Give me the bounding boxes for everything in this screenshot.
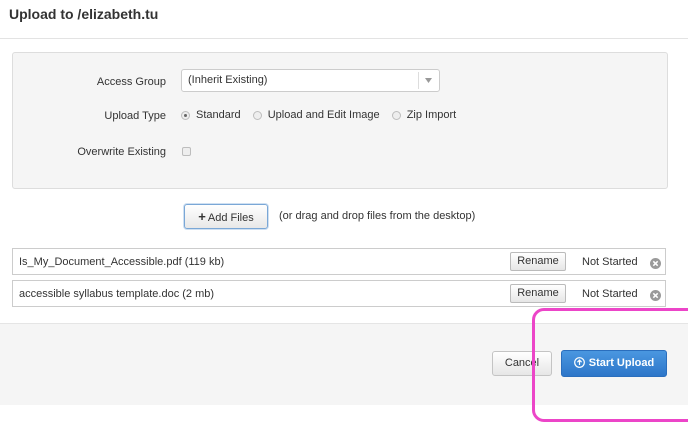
cancel-button[interactable]: Cancel — [492, 351, 552, 376]
upload-type-zip-import[interactable]: Zip Import — [391, 109, 456, 121]
upload-status: Not Started — [582, 288, 638, 300]
upload-type-edit-image[interactable]: Upload and Edit Image — [252, 109, 380, 121]
upload-type-label: Upload Type — [104, 110, 166, 122]
overwrite-existing-label: Overwrite Existing — [77, 146, 166, 158]
access-group-select[interactable]: (Inherit Existing) — [181, 69, 440, 92]
caret-down-icon — [418, 72, 439, 89]
file-row: Is_My_Document_Accessible.pdf (119 kb) R… — [12, 248, 666, 275]
upload-arrow-icon — [573, 353, 585, 378]
rename-button[interactable]: Rename — [510, 252, 566, 271]
upload-type-standard[interactable]: Standard — [181, 109, 241, 121]
radio-edit-image[interactable] — [252, 110, 262, 120]
radio-standard[interactable] — [181, 110, 190, 120]
plus-icon: + — [198, 209, 206, 224]
access-group-value: (Inherit Existing) — [188, 74, 268, 86]
access-group-label: Access Group — [96, 76, 166, 88]
start-upload-label: Start Upload — [588, 357, 655, 369]
remove-circle-icon[interactable] — [650, 256, 661, 269]
dialog-title: Upload to /elizabeth.tu — [9, 6, 159, 22]
file-name: Is_My_Document_Accessible.pdf (119 kb) — [19, 256, 225, 268]
remove-circle-icon[interactable] — [650, 288, 661, 301]
upload-type-options: Standard Upload and Edit Image Zip Impor… — [181, 109, 465, 121]
add-files-button[interactable]: + Add Files — [184, 204, 268, 229]
title-divider — [0, 38, 688, 39]
radio-zip-import[interactable] — [391, 110, 401, 120]
add-files-label: Add Files — [207, 212, 254, 224]
file-name: accessible syllabus template.doc (2 mb) — [19, 288, 215, 300]
overwrite-existing-checkbox[interactable] — [182, 147, 191, 156]
rename-button[interactable]: Rename — [510, 284, 566, 303]
upload-status: Not Started — [582, 256, 638, 268]
file-row: accessible syllabus template.doc (2 mb) … — [12, 280, 666, 307]
start-upload-button[interactable]: Start Upload — [561, 350, 667, 377]
drag-drop-hint: (or drag and drop files from the desktop… — [279, 210, 476, 222]
